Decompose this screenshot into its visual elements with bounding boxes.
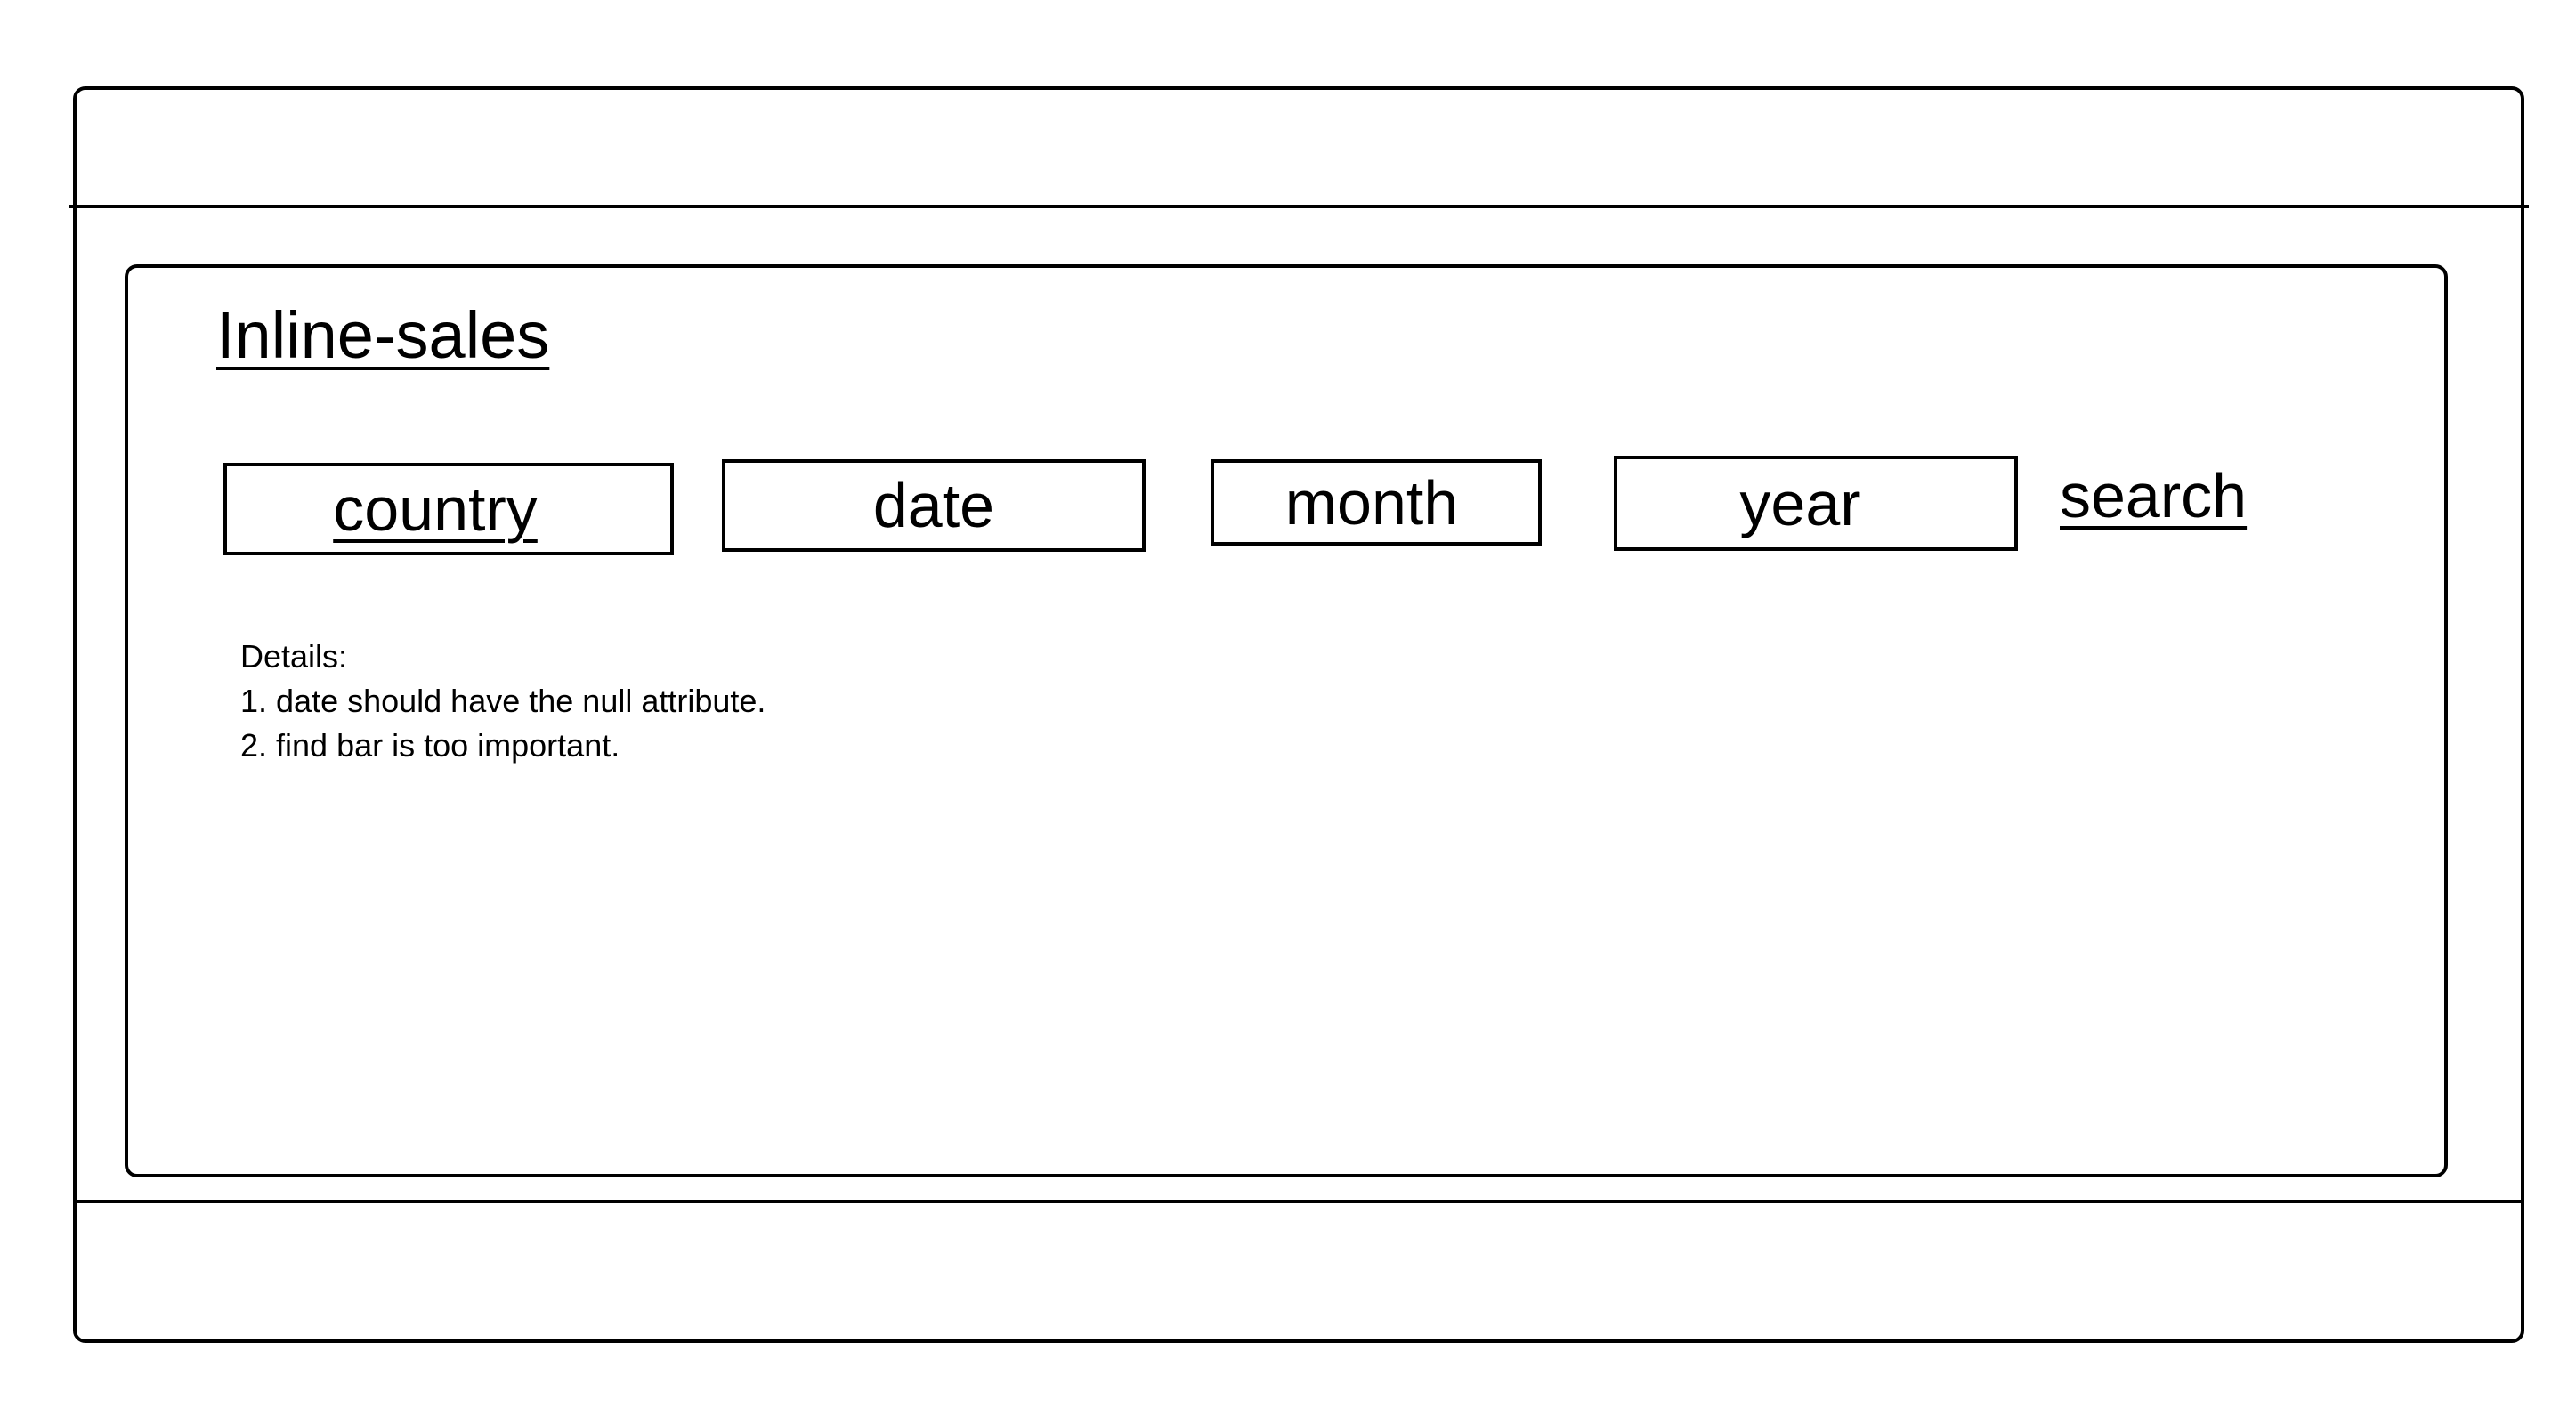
header-divider bbox=[69, 205, 2529, 208]
details-item: 2. find bar is too important. bbox=[240, 727, 620, 764]
month-filter-label: month bbox=[1284, 467, 1459, 538]
year-filter-box[interactable]: year bbox=[1614, 456, 2018, 551]
details-item: 1. date should have the null attribute. bbox=[240, 683, 766, 719]
date-filter-label: date bbox=[872, 471, 995, 540]
country-filter-label: country bbox=[333, 474, 538, 544]
country-filter-box[interactable]: country bbox=[223, 463, 674, 555]
year-filter-label: year bbox=[1739, 468, 1861, 538]
date-filter-box[interactable]: date bbox=[722, 459, 1146, 552]
search-link[interactable]: search bbox=[2060, 465, 2247, 527]
month-filter-box[interactable]: month bbox=[1211, 459, 1542, 546]
page-title-link[interactable]: Inline-sales bbox=[216, 303, 549, 368]
details-note: Details: 1. date should have the null at… bbox=[240, 635, 766, 768]
footer-divider bbox=[73, 1200, 2524, 1203]
details-heading: Details: bbox=[240, 638, 348, 675]
